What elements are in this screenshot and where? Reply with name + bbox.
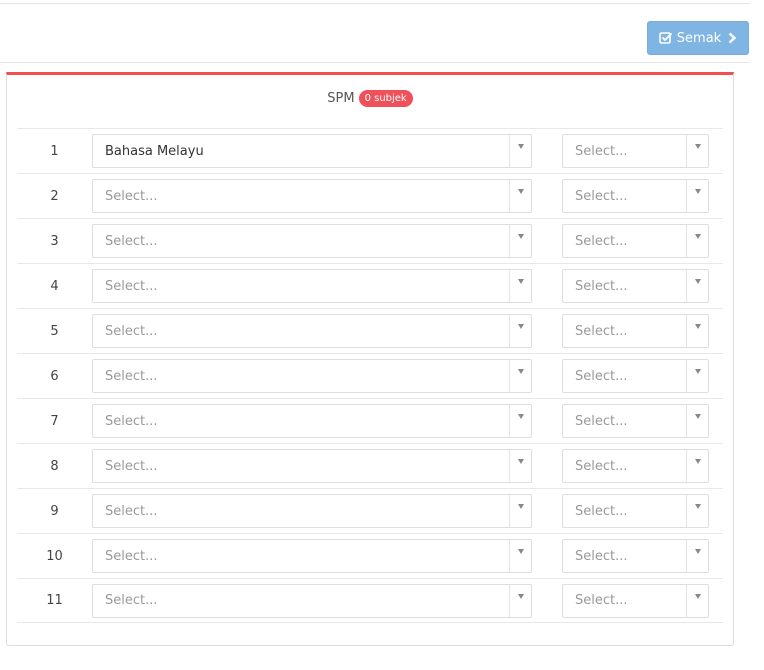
- panel-title: SPM: [327, 90, 355, 106]
- row-number: 1: [50, 143, 59, 159]
- grade-select-value: Select...: [575, 503, 628, 519]
- subject-select-value: Select...: [105, 593, 158, 608]
- row-number: 2: [50, 188, 59, 204]
- grade-select-value: Select...: [575, 458, 628, 474]
- table-row: 5 Select... Select...: [17, 308, 723, 353]
- grade-select[interactable]: Select...: [562, 134, 709, 168]
- grade-select-value: Select...: [575, 368, 628, 384]
- table-row: 4 Select... Select...: [17, 263, 723, 308]
- grade-select[interactable]: Select...: [562, 359, 709, 393]
- row-number: 4: [50, 278, 59, 294]
- table-row: 2 Select... Select...: [17, 173, 723, 218]
- table-row: 6 Select... Select...: [17, 353, 723, 398]
- caret-down-icon: [509, 180, 531, 212]
- caret-down-icon: [686, 315, 708, 347]
- caret-down-icon: [686, 360, 708, 392]
- grade-select[interactable]: Select...: [562, 314, 709, 348]
- grade-select[interactable]: Select...: [562, 404, 709, 438]
- table-row: 10 Select... Select...: [17, 533, 723, 578]
- spm-panel: SPM 0 subjek 1 Bahasa Melayu Select... 2 Sel…: [6, 72, 734, 646]
- caret-down-icon: [509, 225, 531, 257]
- caret-down-icon: [686, 270, 708, 302]
- table-row: 3 Select... Select...: [17, 218, 723, 263]
- subject-rows: 1 Bahasa Melayu Select... 2 Select... Select.…: [17, 128, 723, 623]
- caret-down-icon: [509, 450, 531, 482]
- grade-select[interactable]: Select...: [562, 449, 709, 483]
- subject-select-value: Select...: [105, 278, 158, 294]
- caret-down-icon: [686, 450, 708, 482]
- subject-select-value: Select...: [105, 368, 158, 384]
- grade-select-value: Select...: [575, 188, 628, 204]
- caret-down-icon: [509, 315, 531, 347]
- subject-select[interactable]: Select...: [92, 539, 532, 573]
- caret-down-icon: [509, 495, 531, 527]
- caret-down-icon: [509, 405, 531, 437]
- subject-select[interactable]: Select...: [92, 494, 532, 528]
- subject-select[interactable]: Select...: [92, 583, 532, 618]
- subject-select-value: Select...: [105, 503, 158, 519]
- subject-select[interactable]: Select...: [92, 314, 532, 348]
- subject-select-value: Select...: [105, 413, 158, 429]
- caret-down-icon: [686, 405, 708, 437]
- caret-down-icon: [686, 495, 708, 527]
- semak-button[interactable]: Semak: [647, 21, 749, 55]
- grade-select-value: Select...: [575, 233, 628, 249]
- grade-select-value: Select...: [575, 323, 628, 339]
- caret-down-icon: [509, 360, 531, 392]
- grade-select[interactable]: Select...: [562, 539, 709, 573]
- caret-down-icon: [686, 540, 708, 572]
- table-row: 9 Select... Select...: [17, 488, 723, 533]
- grade-select[interactable]: Select...: [562, 583, 709, 618]
- toolbar-divider: [0, 62, 750, 63]
- caret-down-icon: [686, 180, 708, 212]
- panel-header: SPM 0 subjek: [7, 75, 733, 121]
- row-number: 5: [50, 323, 59, 339]
- subject-select[interactable]: Select...: [92, 359, 532, 393]
- caret-down-icon: [686, 225, 708, 257]
- subject-select-value: Select...: [105, 323, 158, 339]
- subject-select-value: Select...: [105, 458, 158, 474]
- check-square-icon: [658, 31, 673, 45]
- table-row: 1 Bahasa Melayu Select...: [17, 128, 723, 173]
- grade-select[interactable]: Select...: [562, 269, 709, 303]
- chevron-right-icon: [727, 32, 737, 44]
- subject-select[interactable]: Select...: [92, 224, 532, 258]
- row-number: 9: [50, 503, 59, 519]
- caret-down-icon: [509, 584, 531, 617]
- caret-down-icon: [509, 135, 531, 167]
- grade-select-value: Select...: [575, 413, 628, 429]
- grade-select[interactable]: Select...: [562, 224, 709, 258]
- grade-select-value: Select...: [575, 143, 628, 159]
- subject-count-badge: 0 subjek: [358, 89, 413, 107]
- table-row: 7 Select... Select...: [17, 398, 723, 443]
- row-number: 10: [46, 548, 63, 564]
- table-row: 11 Select... Select...: [17, 578, 723, 623]
- subject-select[interactable]: Select...: [92, 404, 532, 438]
- grade-select[interactable]: Select...: [562, 494, 709, 528]
- table-row: 8 Select... Select...: [17, 443, 723, 488]
- row-number: 11: [46, 593, 63, 608]
- caret-down-icon: [509, 270, 531, 302]
- row-number: 7: [50, 413, 59, 429]
- caret-down-icon: [509, 540, 531, 572]
- subject-select-value: Bahasa Melayu: [105, 143, 204, 159]
- row-number: 6: [50, 368, 59, 384]
- caret-down-icon: [686, 135, 708, 167]
- subject-select[interactable]: Select...: [92, 179, 532, 213]
- subject-select[interactable]: Bahasa Melayu: [92, 134, 532, 168]
- subject-select[interactable]: Select...: [92, 269, 532, 303]
- semak-button-label: Semak: [676, 30, 722, 46]
- row-number: 8: [50, 458, 59, 474]
- grade-select-value: Select...: [575, 278, 628, 294]
- grade-select-value: Select...: [575, 593, 628, 608]
- caret-down-icon: [686, 584, 708, 617]
- row-number: 3: [50, 233, 59, 249]
- subject-select-value: Select...: [105, 188, 158, 204]
- subject-select-value: Select...: [105, 233, 158, 249]
- subject-select-value: Select...: [105, 548, 158, 564]
- grade-select[interactable]: Select...: [562, 179, 709, 213]
- grade-select-value: Select...: [575, 548, 628, 564]
- subject-select[interactable]: Select...: [92, 449, 532, 483]
- top-divider: [0, 3, 750, 4]
